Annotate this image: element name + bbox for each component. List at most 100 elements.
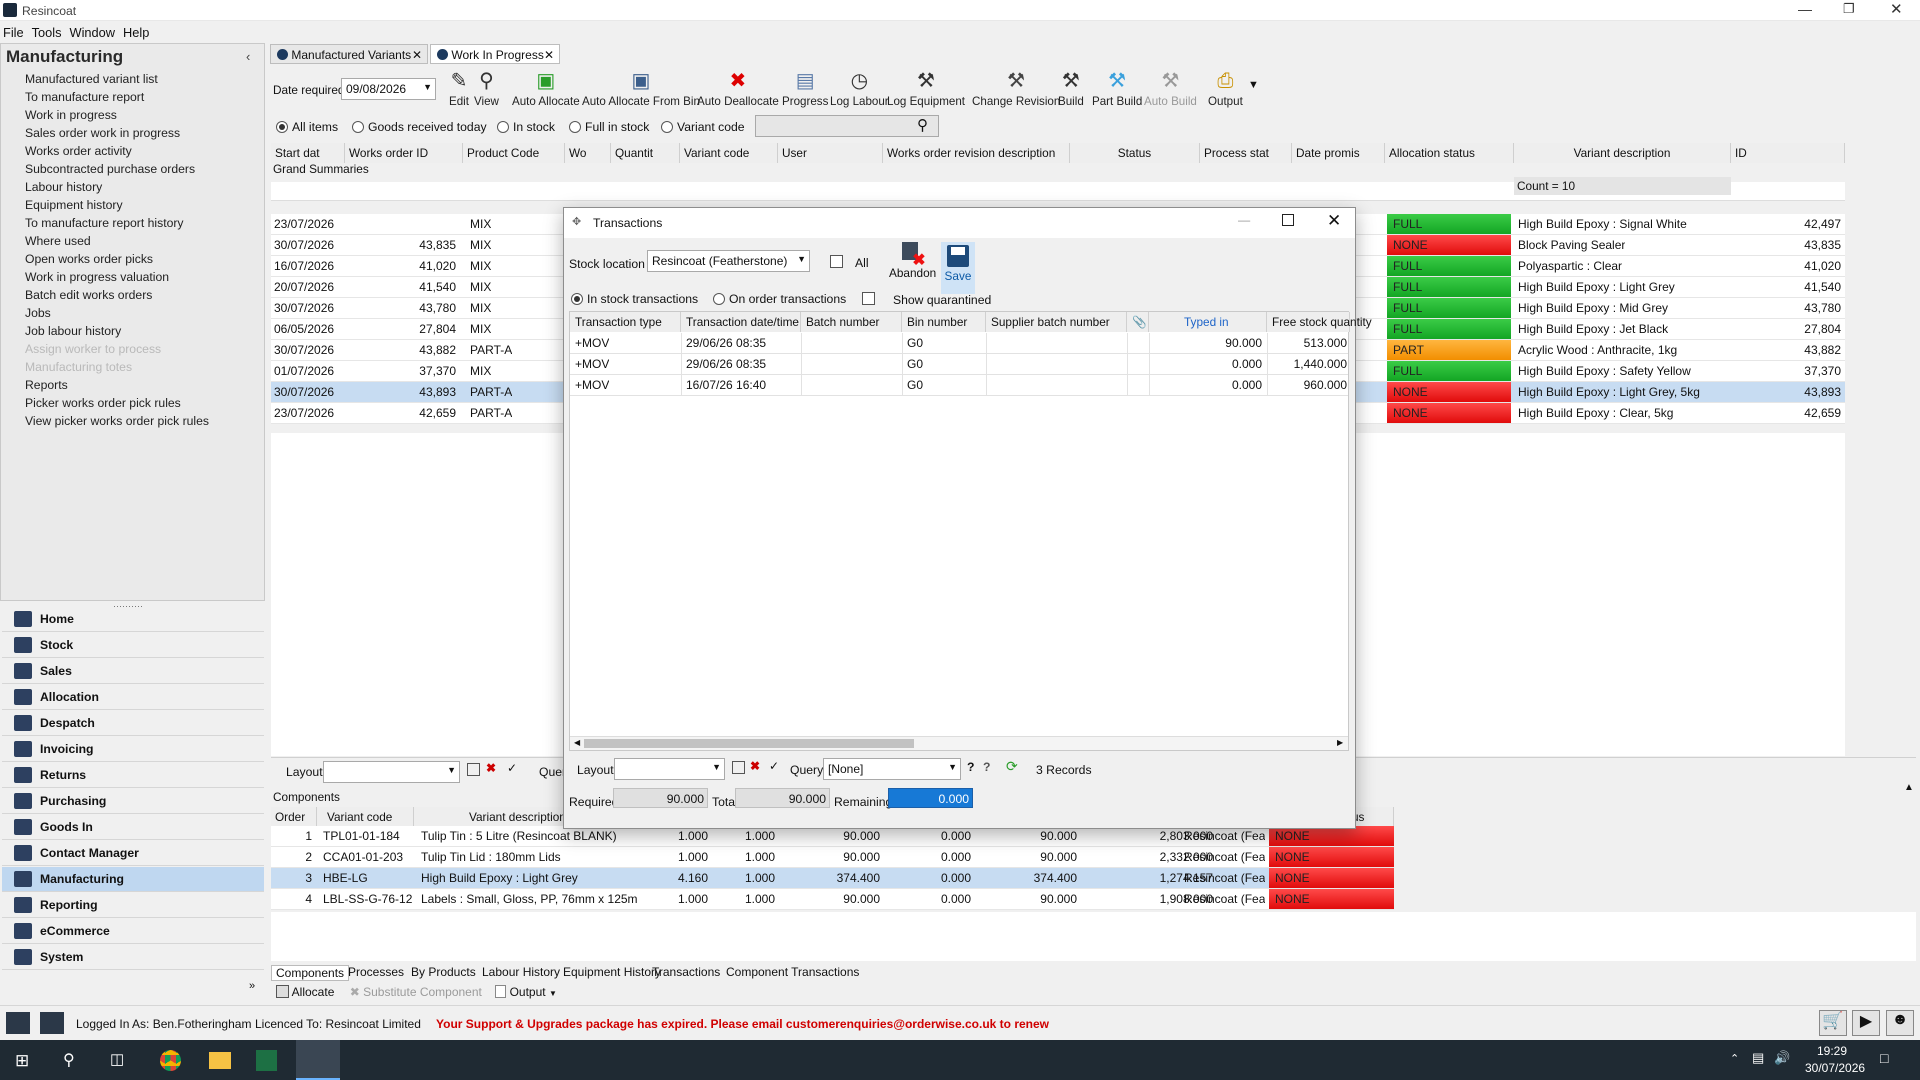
module-manufacturing[interactable]: Manufacturing (2, 867, 264, 892)
scroll-right-icon[interactable]: ▶ (1337, 738, 1343, 747)
volume-icon[interactable]: 🔊 (1774, 1050, 1790, 1066)
allocate-button[interactable]: Allocate (292, 985, 335, 999)
col-bin-number[interactable]: Bin number (902, 312, 986, 332)
horizontal-scrollbar[interactable]: ◀ ▶ (570, 736, 1348, 750)
col-transaction-type[interactable]: Transaction type (570, 312, 681, 332)
query-clear-icon[interactable]: ? (983, 760, 990, 774)
menu-file[interactable]: File (3, 25, 24, 43)
nav-item[interactable]: Batch edit works orders (25, 288, 152, 302)
component-row[interactable]: 2 CCA01-01-203 Tulip Tin Lid : 180mm Lids 1… (271, 847, 1394, 868)
tab-components[interactable]: Components (271, 965, 350, 981)
view-button[interactable]: ⚲ View (474, 69, 499, 108)
nav-item[interactable]: Job labour history (25, 324, 121, 338)
component-row[interactable]: 3 HBE-LG High Build Epoxy : Light Grey 4.16… (271, 868, 1394, 889)
auto-build-button[interactable]: ⚒ Auto Build (1144, 69, 1197, 108)
col-transaction-datetime[interactable]: Transaction date/time (681, 312, 801, 332)
col-works-order-id[interactable]: Works order ID (345, 143, 463, 163)
date-required-input[interactable]: 09/08/2026 ▼ (341, 78, 436, 100)
nav-item[interactable]: Assign worker to process (25, 342, 161, 356)
collapse-panel-icon[interactable]: ‹ (246, 49, 250, 64)
menu-help[interactable]: Help (123, 25, 149, 43)
filter-variant-code[interactable]: Variant code (661, 120, 745, 134)
refresh-icon[interactable]: ⟳ (1006, 758, 1018, 775)
nav-item[interactable]: To manufacture report (25, 90, 144, 104)
col-id[interactable]: ID (1731, 143, 1845, 163)
on-order-radio[interactable]: On order transactions (713, 292, 846, 306)
status-icon-1[interactable] (6, 1012, 30, 1034)
dropdown-arrow-icon[interactable]: ▼ (797, 254, 806, 264)
stock-location-select[interactable]: Resincoat (Featherstone) ▼ (647, 250, 810, 272)
nav-item[interactable]: Sales order work in progress (25, 126, 180, 140)
col-variant-description[interactable]: Variant description (1514, 143, 1731, 163)
layout-delete-icon[interactable]: ✖ (486, 761, 496, 775)
tab-close-icon[interactable]: ✕ (412, 48, 422, 62)
variant-code-input[interactable] (755, 115, 939, 137)
log-equipment-button[interactable]: ⚒ Log Equipment (887, 69, 965, 108)
restore-icon[interactable]: ❐ (1843, 1, 1855, 17)
module-home[interactable]: Home (2, 607, 264, 632)
transaction-row[interactable]: +MOV 16/07/26 16:40 G0 0.000 960.000 (570, 375, 1348, 396)
part-build-button[interactable]: ⚒ Part Build (1092, 69, 1142, 108)
component-row[interactable]: 4 LBL-SS-G-76-12 Labels : Small, Gloss, PP… (271, 889, 1394, 910)
module-reporting[interactable]: Reporting (2, 893, 264, 918)
nav-item[interactable]: Labour history (25, 180, 102, 194)
substitute-component-button[interactable]: Substitute Component (363, 985, 482, 999)
query-help-icon[interactable]: ? (967, 760, 974, 774)
tab-labour-history[interactable]: Labour History (478, 965, 564, 979)
scroll-thumb[interactable] (584, 739, 914, 748)
tab-close-icon[interactable]: ✕ (544, 48, 554, 62)
nav-item[interactable]: Open works order picks (25, 252, 153, 266)
col-wo[interactable]: Wo (565, 143, 611, 163)
windows-start-icon[interactable]: ⊞ (15, 1051, 29, 1071)
excel-icon[interactable] (256, 1050, 277, 1071)
nav-item[interactable]: Manufacturing totes (25, 360, 132, 374)
module-despatch[interactable]: Despatch (2, 711, 264, 736)
nav-item[interactable]: Where used (25, 234, 91, 248)
transaction-row[interactable]: +MOV 29/06/26 08:35 G0 0.000 1,440.000 (570, 354, 1348, 375)
layout-apply-icon[interactable]: ✓ (507, 761, 517, 775)
transaction-row[interactable]: +MOV 29/06/26 08:35 G0 90.000 513.000 (570, 333, 1348, 354)
save-button[interactable]: Save (941, 242, 975, 294)
layout-select[interactable]: ▼ (323, 761, 460, 783)
output-button[interactable]: Output (510, 985, 546, 999)
abandon-button[interactable]: ✖ Abandon (889, 242, 936, 280)
dialog-layout-apply-icon[interactable]: ✓ (769, 759, 779, 773)
col-allocation-status[interactable]: Allocation status (1385, 143, 1514, 163)
search-icon[interactable]: ⚲ (917, 116, 928, 134)
tab-by-products[interactable]: By Products (407, 965, 480, 979)
menu-window[interactable]: Window (70, 25, 116, 43)
tray-chevron-icon[interactable]: ⌃ (1730, 1052, 1739, 1065)
col-attachment[interactable]: 📎 (1127, 312, 1149, 332)
filter-all-items[interactable]: All items (276, 120, 338, 134)
progress-button[interactable]: ▤ Progress (782, 69, 828, 108)
module-ecommerce[interactable]: eCommerce (2, 919, 264, 944)
tab-component-transactions[interactable]: Component Transactions (722, 965, 863, 979)
col-quantit[interactable]: Quantit (611, 143, 680, 163)
in-stock-radio[interactable]: In stock transactions (571, 292, 698, 306)
more-modules-icon[interactable]: » (249, 980, 255, 992)
col-user[interactable]: User (778, 143, 883, 163)
chrome-icon[interactable] (160, 1050, 181, 1071)
tab-work-in-progress[interactable]: Work In Progress ✕ (430, 44, 560, 64)
dropdown-arrow-icon[interactable]: ▼ (423, 82, 432, 92)
module-invoicing[interactable]: Invoicing (2, 737, 264, 762)
dialog-query-select[interactable]: [None] ▼ (823, 758, 961, 780)
menu-tools[interactable]: Tools (32, 25, 62, 43)
col-start-dat[interactable]: Start dat (271, 143, 345, 163)
dropdown-arrow-icon[interactable]: ▼ (447, 765, 456, 775)
dropdown-arrow-icon[interactable]: ▼ (948, 762, 957, 772)
nav-item[interactable]: Works order activity (25, 144, 132, 158)
change-revision-button[interactable]: ⚒ Change Revision (972, 69, 1060, 108)
col-typed-in[interactable]: Typed in (1149, 312, 1267, 332)
filter-in-stock[interactable]: In stock (497, 120, 555, 134)
clock-date[interactable]: 30/07/2026 (1805, 1061, 1865, 1075)
tab-processes[interactable]: Processes (344, 965, 408, 979)
col-batch-number[interactable]: Batch number (801, 312, 902, 332)
col-product-code[interactable]: Product Code (463, 143, 565, 163)
minimize-icon[interactable]: — (1798, 1, 1812, 17)
nav-item[interactable]: To manufacture report history (25, 216, 184, 230)
auto-allocate-button[interactable]: ▣ Auto Allocate (512, 69, 580, 108)
auto-allocate-from-bin-button[interactable]: ▣ Auto Allocate From Bin (582, 69, 700, 108)
col-process-stat[interactable]: Process stat (1200, 143, 1292, 163)
nav-item[interactable]: Work in progress valuation (25, 270, 169, 284)
